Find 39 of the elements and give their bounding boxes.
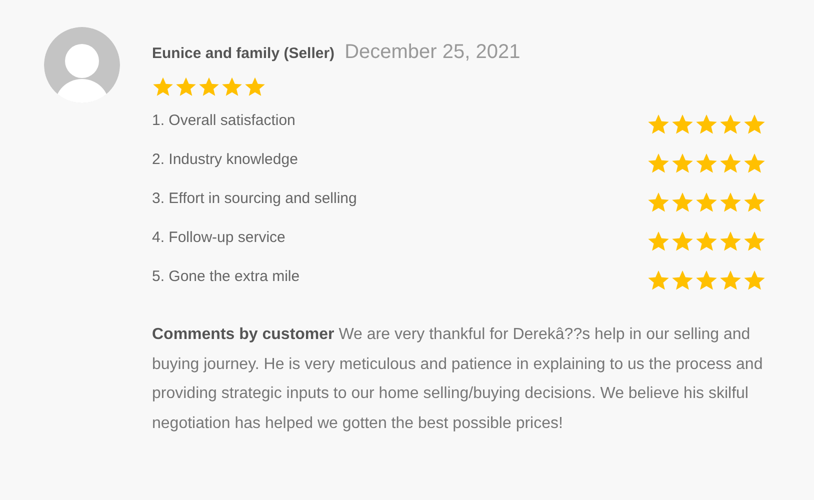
star-icon (743, 190, 766, 214)
star-icon (647, 230, 670, 252)
star-icon (743, 152, 766, 174)
star-icon (719, 190, 742, 214)
star-icon (671, 268, 694, 292)
avatar-icon (44, 27, 120, 103)
star-icon (647, 268, 670, 292)
star-icon (743, 268, 766, 292)
star-icon (743, 230, 766, 252)
star-icon (221, 76, 243, 98)
star-icon (175, 76, 197, 98)
star-icon (671, 152, 694, 174)
review-date: December 25, 2021 (344, 41, 520, 64)
star-icon (671, 230, 694, 252)
criterion-label: 3. Effort in sourcing and selling (152, 190, 357, 206)
star-icon (647, 112, 670, 136)
star-icon (647, 152, 670, 174)
star-icon (671, 190, 694, 214)
customer-comment: Comments by customer We are very thankful for Derekâ??s help in our selling and buying journey. He is very meticulous and patience in explaining to us the process and providing strategic inputs to our home selling/buying decisions. We believe his skilful negotiation has helped we gotten the best possible prices! (152, 325, 764, 434)
star-icon (719, 268, 742, 292)
star-icon (198, 76, 220, 98)
star-icon (695, 112, 718, 136)
star-icon (152, 76, 174, 98)
star-icon (647, 190, 670, 214)
star-icon (695, 190, 718, 214)
star-icon (244, 76, 266, 98)
criterion-label: 4. Follow-up service (152, 228, 286, 246)
star-icon (695, 152, 718, 174)
star-icon (719, 152, 742, 174)
star-icon (743, 112, 766, 136)
criterion-label: 2. Industry knowledge (152, 150, 298, 168)
reviewer-name: Eunice and family (Seller) (152, 45, 335, 62)
criterion-label: 5. Gone the extra mile (152, 268, 300, 284)
star-icon (695, 230, 718, 252)
star-icon (671, 112, 694, 136)
star-icon (695, 268, 718, 292)
criterion-label: 1. Overall satisfaction (152, 112, 296, 128)
star-icon (719, 112, 742, 136)
star-icon (719, 230, 742, 252)
